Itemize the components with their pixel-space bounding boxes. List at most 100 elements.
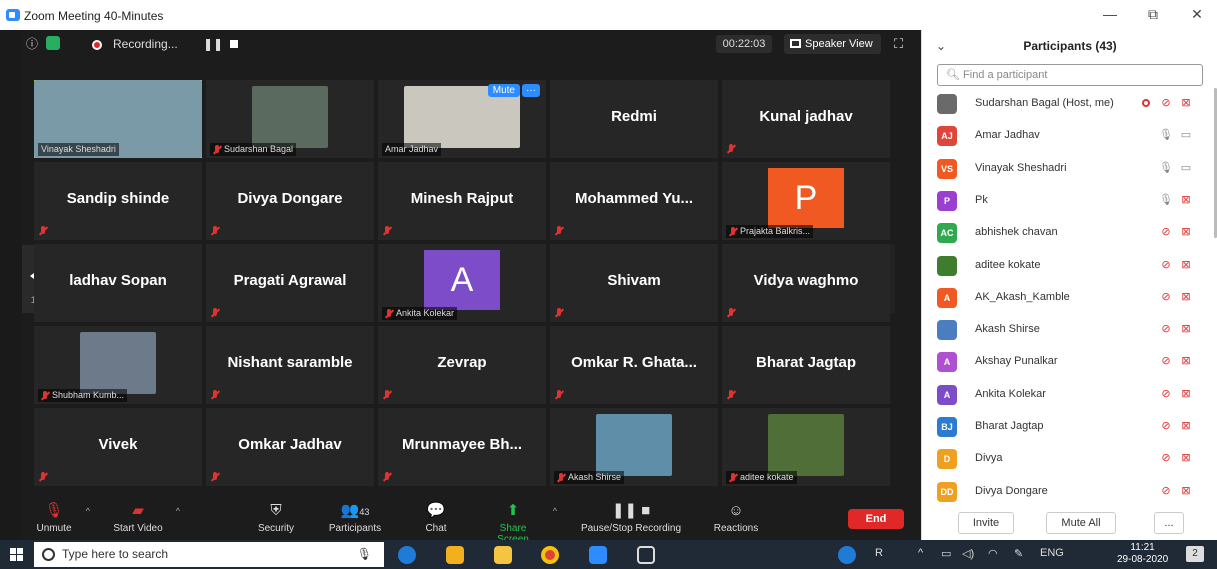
participants-button[interactable]: 👥43 Participants xyxy=(324,502,386,534)
video-tile[interactable]: Vinayak Sheshadri xyxy=(34,80,202,158)
participant-row[interactable]: A Akshay Punalkar ⊘ ⊠ xyxy=(922,346,1217,378)
video-off-icon[interactable]: ⊠ xyxy=(1178,322,1194,336)
show-hidden-icons[interactable]: ^ xyxy=(918,547,923,559)
video-tile[interactable]: Bharat Jagtap xyxy=(722,326,890,404)
start-video-button[interactable]: ▰ Start Video ^ xyxy=(110,502,180,534)
video-tile[interactable]: Sudarshan Bagal xyxy=(206,80,374,158)
video-off-icon[interactable]: ⊠ xyxy=(1178,387,1194,401)
video-tile[interactable]: A Ankita Kolekar xyxy=(378,244,546,322)
video-tile[interactable]: Akash Shirse xyxy=(550,408,718,486)
speaker-view-button[interactable]: Speaker View xyxy=(784,34,881,54)
mute-all-button[interactable]: Mute All xyxy=(1046,512,1116,534)
video-tile[interactable]: Sandip shinde xyxy=(34,162,202,240)
video-tile[interactable]: Zevrap xyxy=(378,326,546,404)
chat-button[interactable]: 💬 Chat xyxy=(418,502,454,534)
people-icon[interactable]: R xyxy=(875,547,883,559)
video-off-icon[interactable]: ⊠ xyxy=(1178,290,1194,304)
participant-row[interactable]: VS Vinayak Sheshadri 🎙 ▭ xyxy=(922,153,1217,185)
tile-mute-button[interactable]: Mute xyxy=(487,84,520,97)
language-indicator[interactable]: ENG xyxy=(1040,547,1064,559)
invite-button[interactable]: Invite xyxy=(958,512,1014,534)
participant-row[interactable]: DD Divya Dongare ⊘ ⊠ xyxy=(922,476,1217,508)
video-off-icon[interactable]: ⊠ xyxy=(1178,193,1194,207)
microphone-icon[interactable]: 🎙 xyxy=(357,542,372,567)
participant-row[interactable]: BJ Bharat Jagtap ⊘ ⊠ xyxy=(922,411,1217,443)
close-button[interactable]: ✕ xyxy=(1187,6,1207,23)
wifi-icon[interactable]: ◠ xyxy=(988,547,998,560)
send-app-icon[interactable] xyxy=(637,546,655,564)
video-icon[interactable]: ▭ xyxy=(1178,161,1194,175)
video-tile[interactable]: Kunal jadhav xyxy=(722,80,890,158)
battery-icon[interactable]: ▭ xyxy=(941,547,951,560)
taskbar-clock[interactable]: 11:21 29-08-2020 xyxy=(1117,542,1168,566)
video-tile[interactable]: Divya Dongare xyxy=(206,162,374,240)
video-tile[interactable]: aditee kokate xyxy=(722,408,890,486)
video-tile[interactable]: Shivam xyxy=(550,244,718,322)
video-off-icon[interactable]: ⊠ xyxy=(1178,419,1194,433)
chrome-icon[interactable] xyxy=(541,546,559,564)
mic-muted-icon[interactable]: ⊘ xyxy=(1159,484,1173,498)
mic-muted-icon[interactable]: ⊘ xyxy=(1159,451,1173,465)
video-off-icon[interactable]: ⊠ xyxy=(1178,258,1194,272)
video-tile[interactable]: Vidya waghmo xyxy=(722,244,890,322)
participant-row[interactable]: aditee kokate ⊘ ⊠ xyxy=(922,250,1217,282)
minimize-button[interactable]: — xyxy=(1100,6,1120,22)
mic-muted-icon[interactable]: ⊘ xyxy=(1159,258,1173,272)
stop-recording-icon[interactable] xyxy=(230,40,238,48)
pen-icon[interactable]: ✎ xyxy=(1014,547,1023,560)
participant-row[interactable]: Akash Shirse ⊘ ⊠ xyxy=(922,314,1217,346)
video-tile[interactable]: Vivek xyxy=(34,408,202,486)
mic-muted-icon[interactable]: ⊘ xyxy=(1159,290,1173,304)
security-button[interactable]: ⛨ Security xyxy=(254,502,298,534)
mic-muted-icon[interactable]: ⊘ xyxy=(1159,322,1173,336)
mic-muted-icon[interactable]: ⊘ xyxy=(1159,96,1173,110)
file-explorer-icon[interactable] xyxy=(494,546,512,564)
video-tile[interactable]: Omkar R. Ghata... xyxy=(550,326,718,404)
mic-icon[interactable]: 🎙 xyxy=(1159,161,1173,175)
video-off-icon[interactable]: ⊠ xyxy=(1178,96,1194,110)
video-icon[interactable]: ▭ xyxy=(1178,128,1194,142)
video-tile[interactable]: Shubham Kumb... xyxy=(34,326,202,404)
taskbar-search-input[interactable]: Type here to search 🎙 xyxy=(34,542,384,567)
mic-icon[interactable]: 🎙 xyxy=(1159,193,1173,207)
video-tile[interactable]: Omkar Jadhav xyxy=(206,408,374,486)
video-tile[interactable]: Nishant saramble xyxy=(206,326,374,404)
mic-muted-icon[interactable]: ⊘ xyxy=(1159,225,1173,239)
video-tile[interactable]: ladhav Sopan xyxy=(34,244,202,322)
tile-more-button[interactable]: ··· xyxy=(522,84,540,97)
shield-icon[interactable] xyxy=(46,36,60,50)
pause-recording-button[interactable]: ❚❚ ■ Pause/Stop Recording xyxy=(573,502,689,534)
mic-muted-icon[interactable]: ⊘ xyxy=(1159,387,1173,401)
participant-search-input[interactable]: 🔍︎ Find a participant xyxy=(937,64,1203,86)
video-tile[interactable]: Mute ··· Amar Jadhav xyxy=(378,80,546,158)
video-off-icon[interactable]: ⊠ xyxy=(1178,484,1194,498)
video-tile[interactable]: Pragati Agrawal xyxy=(206,244,374,322)
unmute-button[interactable]: 🎙 Unmute ^ xyxy=(32,502,90,534)
mic-icon[interactable]: 🎙 xyxy=(1159,128,1173,142)
participant-row[interactable]: D Divya ⊘ ⊠ xyxy=(922,443,1217,475)
video-off-icon[interactable]: ⊠ xyxy=(1178,225,1194,239)
chevron-up-icon[interactable]: ^ xyxy=(553,506,557,516)
mic-muted-icon[interactable]: ⊘ xyxy=(1159,419,1173,433)
pause-recording-icon[interactable]: ❚❚ xyxy=(203,36,223,52)
participant-row[interactable]: P Pk 🎙 ⊠ xyxy=(922,185,1217,217)
share-screen-button[interactable]: ⬆ Share Screen ^ xyxy=(483,502,557,545)
chevron-up-icon[interactable]: ^ xyxy=(86,506,90,516)
reactions-button[interactable]: ☺ Reactions xyxy=(708,502,764,534)
participant-row[interactable]: A AK_Akash_Kamble ⊘ ⊠ xyxy=(922,282,1217,314)
video-tile[interactable]: P Prajakta Balkris... xyxy=(722,162,890,240)
video-tile[interactable]: Redmi xyxy=(550,80,718,158)
participant-row[interactable]: AC abhishek chavan ⊘ ⊠ xyxy=(922,217,1217,249)
chevron-down-icon[interactable]: ⌄ xyxy=(936,30,946,62)
video-off-icon[interactable]: ⊠ xyxy=(1178,354,1194,368)
store-icon[interactable] xyxy=(446,546,464,564)
video-tile[interactable]: Minesh Rajput xyxy=(378,162,546,240)
chevron-up-icon[interactable]: ^ xyxy=(176,506,180,516)
participant-row[interactable]: AJ Amar Jadhav 🎙 ▭ xyxy=(922,120,1217,152)
more-options-button[interactable]: ... xyxy=(1154,512,1184,534)
mic-muted-icon[interactable]: ⊘ xyxy=(1159,354,1173,368)
video-tile[interactable]: Mohammed Yu... xyxy=(550,162,718,240)
video-off-icon[interactable]: ⊠ xyxy=(1178,451,1194,465)
participant-row[interactable]: Sudarshan Bagal (Host, me) ⊘ ⊠ xyxy=(922,88,1217,120)
help-icon[interactable] xyxy=(838,546,856,564)
